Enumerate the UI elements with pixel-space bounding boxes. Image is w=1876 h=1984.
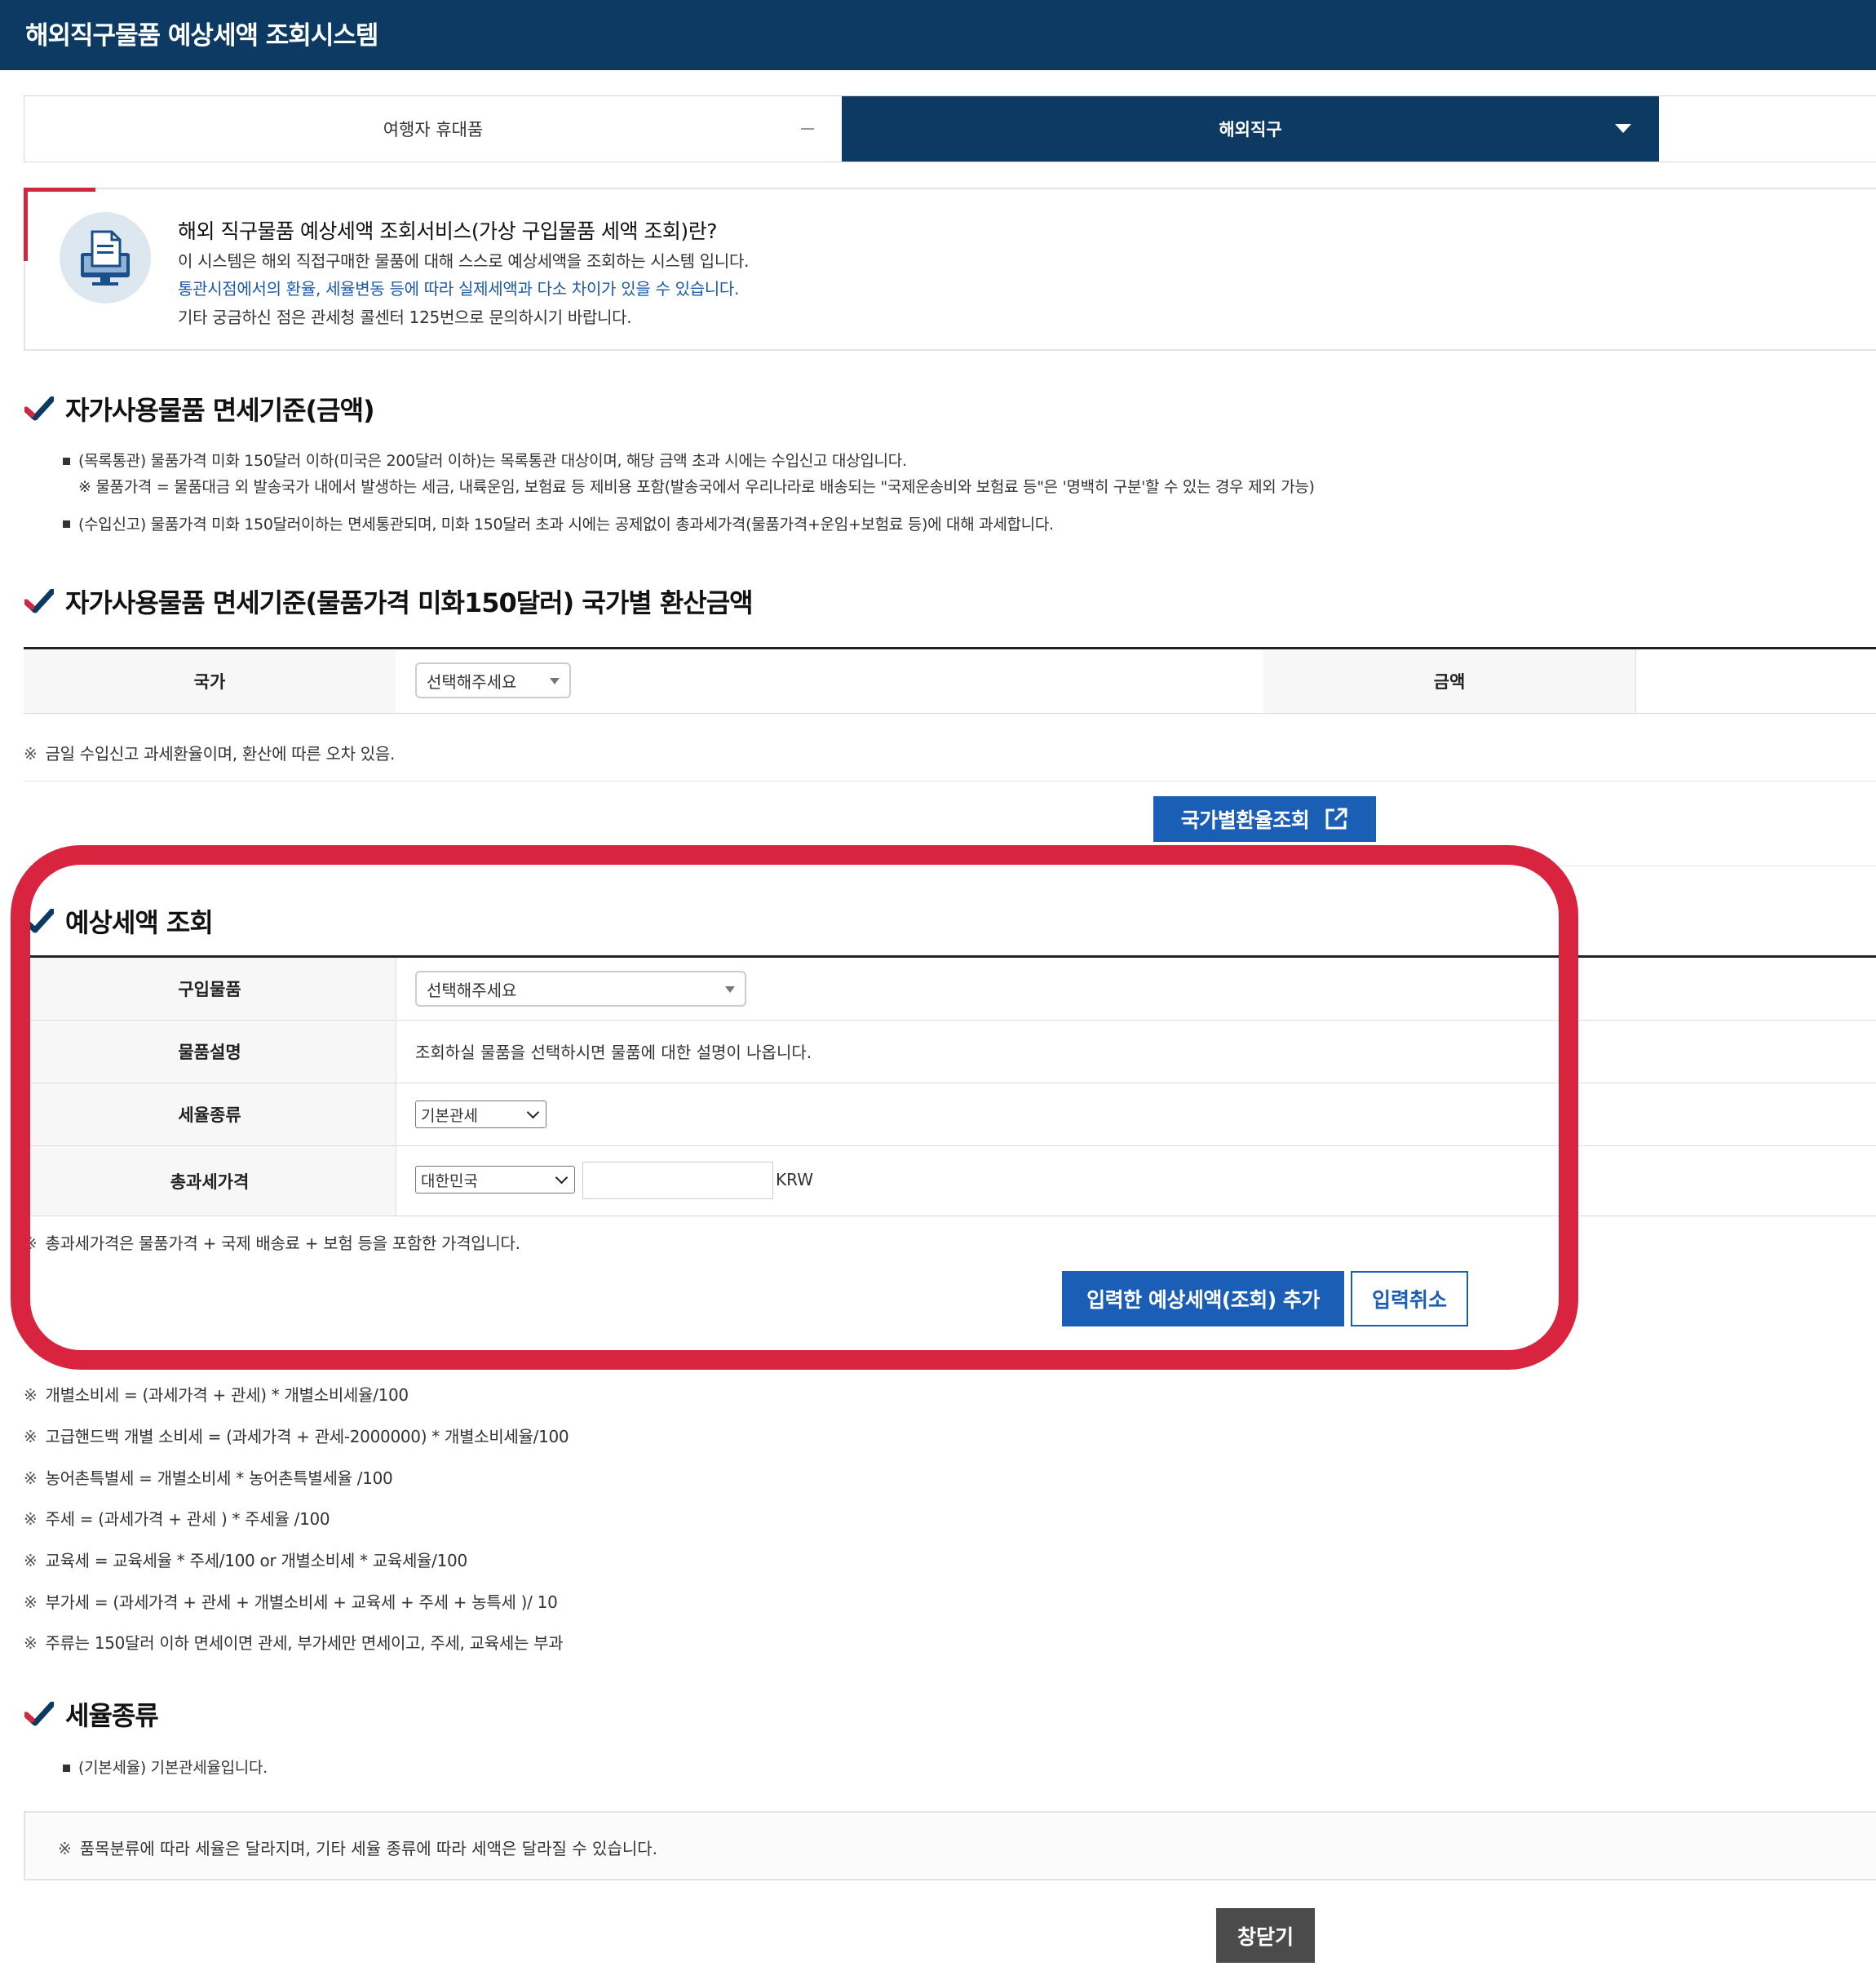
section-title-country-conversion: 자가사용물품 면세기준(물품가격 미화150달러) 국가별 환산금액 <box>24 582 754 620</box>
bullet-icon <box>63 1765 70 1772</box>
tax-rate-note: ※ 품목분류에 따라 세율은 달라지며, 기타 세율 종류에 따라 세액은 달라질… <box>58 1836 657 1859</box>
section-title-text: 자가사용물품 면세기준(물품가격 미화150달러) 국가별 환산금액 <box>65 587 754 618</box>
reference-mark: ※ <box>24 1427 38 1446</box>
list-item: (수입신고) 물품가격 미화 150달러이하는 면세통관되며, 미화 150달러… <box>78 516 1054 534</box>
app-title: 해외직구물품 예상세액 조회시스템 <box>25 21 378 51</box>
service-info-box: 해외 직구물품 예상세액 조회서비스(가상 구입물품 세액 조회)란? 이 시스… <box>24 188 1876 351</box>
note-text: 품목분류에 따라 세율은 달라지며, 기타 세율 종류에 따라 세액은 달라질 … <box>79 1839 658 1858</box>
formula-item: ※ 주류는 150달러 이하 면세이면 관세, 부가세만 면세이고, 주세, 교육… <box>24 1630 564 1654</box>
section-title-text: 자가사용물품 면세기준(금액) <box>65 395 375 426</box>
country-header: 국가 <box>24 649 396 713</box>
computer-document-icon <box>60 212 151 303</box>
exchange-rate-note: ※ 금일 수입신고 과세환율이며, 환산에 따른 오차 있음. <box>24 741 395 764</box>
info-contact: 기타 궁금하신 점은 관세청 콜센터 125번으로 문의하시기 바랍니다. <box>178 308 632 327</box>
country-select-value: 선택해주세요 <box>427 671 517 692</box>
checkmark-icon <box>24 1702 54 1726</box>
tab-overseas-purchase-label: 해외직구 <box>1219 120 1282 140</box>
app-header: 해외직구물품 예상세액 조회시스템 <box>0 0 1876 70</box>
reference-mark: ※ <box>24 1592 38 1612</box>
caret-down-icon <box>550 678 560 684</box>
formula-text: 개별소비세 = (과세가격 + 관세) * 개별소비세율/100 <box>45 1385 409 1405</box>
formula-item: ※ 개별소비세 = (과세가격 + 관세) * 개별소비세율/100 <box>24 1382 409 1406</box>
info-description: 이 시스템은 해외 직접구매한 물품에 대해 스스로 예상세액을 조회하는 시스… <box>178 251 750 271</box>
tab-traveler[interactable]: 여행자 휴대품 <box>24 96 842 162</box>
highlight-annotation <box>11 845 1578 1370</box>
bullet-icon <box>63 458 70 465</box>
reference-mark: ※ <box>24 744 38 764</box>
section-title-tax-rate-type: 세율종류 <box>24 1695 159 1733</box>
table-bottom-border <box>24 713 1876 714</box>
tab-overseas-purchase[interactable]: 해외직구 <box>842 96 1659 162</box>
checkmark-icon <box>24 589 54 613</box>
reference-mark: ※ <box>24 1468 38 1488</box>
tab-traveler-label: 여행자 휴대품 <box>383 120 484 140</box>
reference-mark: ※ <box>24 1551 38 1570</box>
tax-rate-note-box: ※ 품목분류에 따라 세율은 달라지며, 기타 세율 종류에 따라 세액은 달라질… <box>24 1811 1876 1880</box>
list-item: (기본세율) 기본관세율입니다. <box>78 1759 268 1777</box>
info-title: 해외 직구물품 예상세액 조회서비스(가상 구입물품 세액 조회)란? <box>178 219 717 243</box>
formula-text: 농어촌특별세 = 개별소비세 * 농어촌특별세율 /100 <box>45 1468 393 1488</box>
formula-text: 주류는 150달러 이하 면세이면 관세, 부가세만 면세이고, 주세, 교육세… <box>45 1633 564 1653</box>
info-warning: 통관시점에서의 환율, 세율변동 등에 따라 실제세액과 다소 차이가 있을 수… <box>178 279 740 299</box>
amount-header: 금액 <box>1263 649 1635 713</box>
bullet-icon <box>63 520 70 528</box>
reference-mark: ※ <box>58 1839 72 1858</box>
formula-item: ※ 주세 = (과세가격 + 관세 ) * 주세율 /100 <box>24 1506 330 1530</box>
reference-mark: ※ <box>24 1385 38 1405</box>
accent-bar-vertical <box>24 188 28 261</box>
caret-down-icon <box>1615 124 1631 133</box>
list-item-note: ※ 물품가격 = 물품대금 외 발송국가 내에서 발생하는 세금, 내륙운임, … <box>78 478 1315 496</box>
close-window-button[interactable]: 창닫기 <box>1216 1908 1315 1963</box>
section-title-duty-free-amount: 자가사용물품 면세기준(금액) <box>24 390 375 427</box>
minus-icon <box>801 128 814 130</box>
formula-item: ※ 부가세 = (과세가격 + 관세 + 개별소비세 + 교육세 + 주세 + 농… <box>24 1589 558 1613</box>
formula-item: ※ 교육세 = 교육세율 * 주세/100 or 개별소비세 * 교육세율/100 <box>24 1548 467 1571</box>
reference-mark: ※ <box>24 1509 38 1529</box>
button-label: 국가별환율조회 <box>1180 808 1310 832</box>
note-text: 금일 수입신고 과세환율이며, 환산에 따른 오차 있음. <box>45 744 396 764</box>
list-item: (목록통관) 물품가격 미화 150달러 이하(미국은 200달러 이하)는 목… <box>78 452 907 470</box>
formula-item: ※ 농어촌특별세 = 개별소비세 * 농어촌특별세율 /100 <box>24 1465 393 1489</box>
checkmark-icon <box>24 396 54 421</box>
accent-bar <box>24 188 95 192</box>
tab-bar: 여행자 휴대품 해외직구 <box>24 95 1876 162</box>
country-exchange-rate-button[interactable]: 국가별환율조회 <box>1153 796 1376 842</box>
formula-text: 주세 = (과세가격 + 관세 ) * 주세율 /100 <box>45 1509 330 1529</box>
formula-text: 교육세 = 교육세율 * 주세/100 or 개별소비세 * 교육세율/100 <box>45 1551 467 1570</box>
formula-text: 고급핸드백 개별 소비세 = (과세가격 + 관세-2000000) * 개별소… <box>45 1427 569 1446</box>
divider <box>24 781 1876 782</box>
divider <box>1635 649 1636 713</box>
formula-text: 부가세 = (과세가격 + 관세 + 개별소비세 + 교육세 + 주세 + 농특… <box>45 1592 558 1612</box>
country-select[interactable]: 선택해주세요 <box>415 662 571 698</box>
section-title-text: 세율종류 <box>65 1700 159 1731</box>
formula-item: ※ 고급핸드백 개별 소비세 = (과세가격 + 관세-2000000) * 개별… <box>24 1424 569 1447</box>
reference-mark: ※ <box>24 1633 38 1653</box>
external-link-icon <box>1325 808 1347 830</box>
